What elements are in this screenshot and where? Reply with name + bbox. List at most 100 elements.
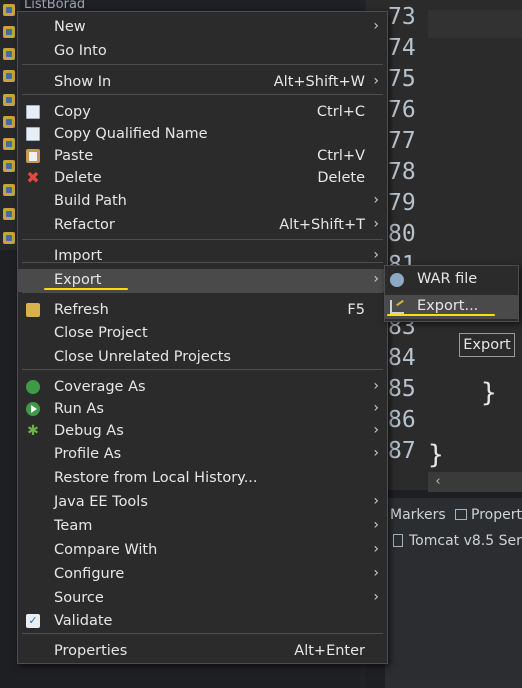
menu-item-validate[interactable]: ✓ Validate	[18, 610, 387, 633]
line-number: 79	[388, 190, 416, 216]
menu-item-debug-as[interactable]: ✱ Debug As ›	[18, 420, 387, 443]
menu-item-label: Paste	[54, 148, 94, 164]
menu-item-close-unrelated-projects[interactable]: Close Unrelated Projects	[18, 346, 387, 369]
tab-markers[interactable]: Markers	[390, 507, 446, 523]
menu-item-label: Build Path	[54, 193, 127, 209]
project-icon	[3, 48, 15, 60]
copy-icon	[26, 105, 40, 119]
menu-item-configure[interactable]: Configure ›	[18, 563, 387, 586]
line-number: 78	[388, 159, 416, 185]
chevron-right-icon: ›	[373, 247, 379, 263]
menu-item-close-project[interactable]: Close Project	[18, 322, 387, 345]
menu-item-build-path[interactable]: Build Path ›	[18, 190, 387, 213]
war-file-icon	[390, 273, 404, 287]
menu-item-label: Restore from Local History...	[54, 470, 258, 486]
chevron-right-icon: ›	[373, 18, 379, 34]
current-line-highlight	[428, 10, 522, 38]
menu-item-new[interactable]: New ›	[18, 16, 387, 39]
menu-item-run-as[interactable]: Run As ›	[18, 398, 387, 421]
menu-item-refresh[interactable]: Refresh F5	[18, 299, 387, 322]
project-icon	[3, 94, 15, 106]
menu-item-delete[interactable]: ✖ Delete Delete	[18, 167, 387, 190]
submenu-item-war-file[interactable]: WAR file	[385, 268, 518, 292]
menu-item-java-ee-tools[interactable]: Java EE Tools ›	[18, 491, 387, 514]
menu-item-compare-with[interactable]: Compare With ›	[18, 539, 387, 562]
project-icon	[3, 116, 15, 128]
menu-item-label: Go Into	[54, 43, 107, 59]
scroll-left-icon[interactable]: ‹	[428, 472, 448, 492]
tab-properties-label: Propert	[471, 507, 522, 523]
paste-icon	[26, 149, 40, 163]
project-icon	[3, 208, 15, 220]
line-number: 74	[388, 35, 416, 61]
menu-item-copy-qualified-name[interactable]: Copy Qualified Name	[18, 123, 387, 146]
menu-item-label: Import	[54, 248, 103, 264]
chevron-right-icon: ›	[373, 517, 379, 533]
chevron-right-icon: ›	[373, 493, 379, 509]
server-icon	[393, 534, 403, 547]
chevron-right-icon: ›	[373, 216, 379, 232]
menu-item-shortcut: Ctrl+C	[316, 104, 365, 120]
menu-item-label: Profile As	[54, 446, 122, 462]
menu-item-label: Copy Qualified Name	[54, 126, 208, 142]
menu-separator	[22, 239, 383, 240]
menu-item-shortcut: Ctrl+V	[317, 148, 365, 164]
run-icon	[26, 402, 40, 416]
code-closing-brace: }	[481, 378, 497, 408]
submenu-item-label: Export...	[417, 298, 479, 314]
menu-item-refactor[interactable]: Refactor Alt+Shift+T ›	[18, 214, 387, 237]
menu-item-go-into[interactable]: Go Into	[18, 40, 387, 63]
server-list-item[interactable]: Tomcat v8.5 Serv	[393, 533, 522, 549]
validate-icon: ✓	[26, 614, 40, 628]
menu-item-shortcut: Delete	[317, 170, 365, 186]
menu-item-label: Source	[54, 590, 104, 606]
context-menu: New › Go Into Show In Alt+Shift+W › Copy Ctrl+C…	[17, 11, 388, 664]
line-number: 85	[388, 376, 416, 402]
menu-item-profile-as[interactable]: Profile As ›	[18, 443, 387, 466]
server-label: Tomcat v8.5 Serv	[409, 533, 522, 549]
menu-item-label: Validate	[54, 613, 113, 629]
menu-item-coverage-as[interactable]: Coverage As ›	[18, 376, 387, 399]
menu-item-source[interactable]: Source ›	[18, 587, 387, 610]
project-icon	[3, 26, 15, 38]
line-number: 80	[388, 221, 416, 247]
menu-item-label: Compare With	[54, 542, 158, 558]
debug-icon: ✱	[27, 423, 39, 439]
menu-item-label: Export	[54, 272, 102, 288]
copy-qualified-icon	[26, 127, 40, 141]
menu-separator	[22, 369, 383, 370]
menu-item-shortcut: Alt+Shift+W	[273, 74, 365, 90]
chevron-right-icon: ›	[373, 192, 379, 208]
menu-item-label: Coverage As	[54, 379, 146, 395]
menu-separator	[22, 633, 383, 634]
menu-item-team[interactable]: Team ›	[18, 515, 387, 538]
menu-item-label: Refactor	[54, 217, 115, 233]
annotation-underline	[44, 288, 128, 290]
menu-item-label: Copy	[54, 104, 91, 120]
tab-properties[interactable]: Propert	[455, 507, 522, 523]
menu-item-properties[interactable]: Properties Alt+Enter	[18, 640, 387, 663]
menu-item-copy[interactable]: Copy Ctrl+C	[18, 101, 387, 124]
project-icon	[3, 184, 15, 196]
line-number: 75	[388, 66, 416, 92]
menu-item-label: Refresh	[54, 302, 109, 318]
coverage-icon	[26, 380, 40, 394]
menu-item-show-in[interactable]: Show In Alt+Shift+W ›	[18, 71, 387, 94]
menu-item-label: Show In	[54, 74, 112, 90]
menu-separator	[22, 94, 383, 95]
code-closing-brace: }	[428, 440, 444, 470]
line-number: 84	[388, 345, 416, 371]
annotation-underline	[387, 314, 495, 316]
menu-item-shortcut: Alt+Shift+T	[279, 217, 365, 233]
menu-item-import[interactable]: Import ›	[18, 245, 387, 268]
menu-item-label: Team	[54, 518, 93, 534]
project-icon	[3, 70, 15, 82]
menu-item-paste[interactable]: Paste Ctrl+V	[18, 145, 387, 168]
menu-item-restore-from-local-history[interactable]: Restore from Local History...	[18, 467, 387, 490]
menu-item-label: Run As	[54, 401, 104, 417]
properties-icon	[455, 509, 467, 520]
menu-separator	[22, 292, 383, 293]
menu-item-label: Close Project	[54, 325, 148, 341]
line-number: 76	[388, 97, 416, 123]
chevron-right-icon: ›	[373, 565, 379, 581]
